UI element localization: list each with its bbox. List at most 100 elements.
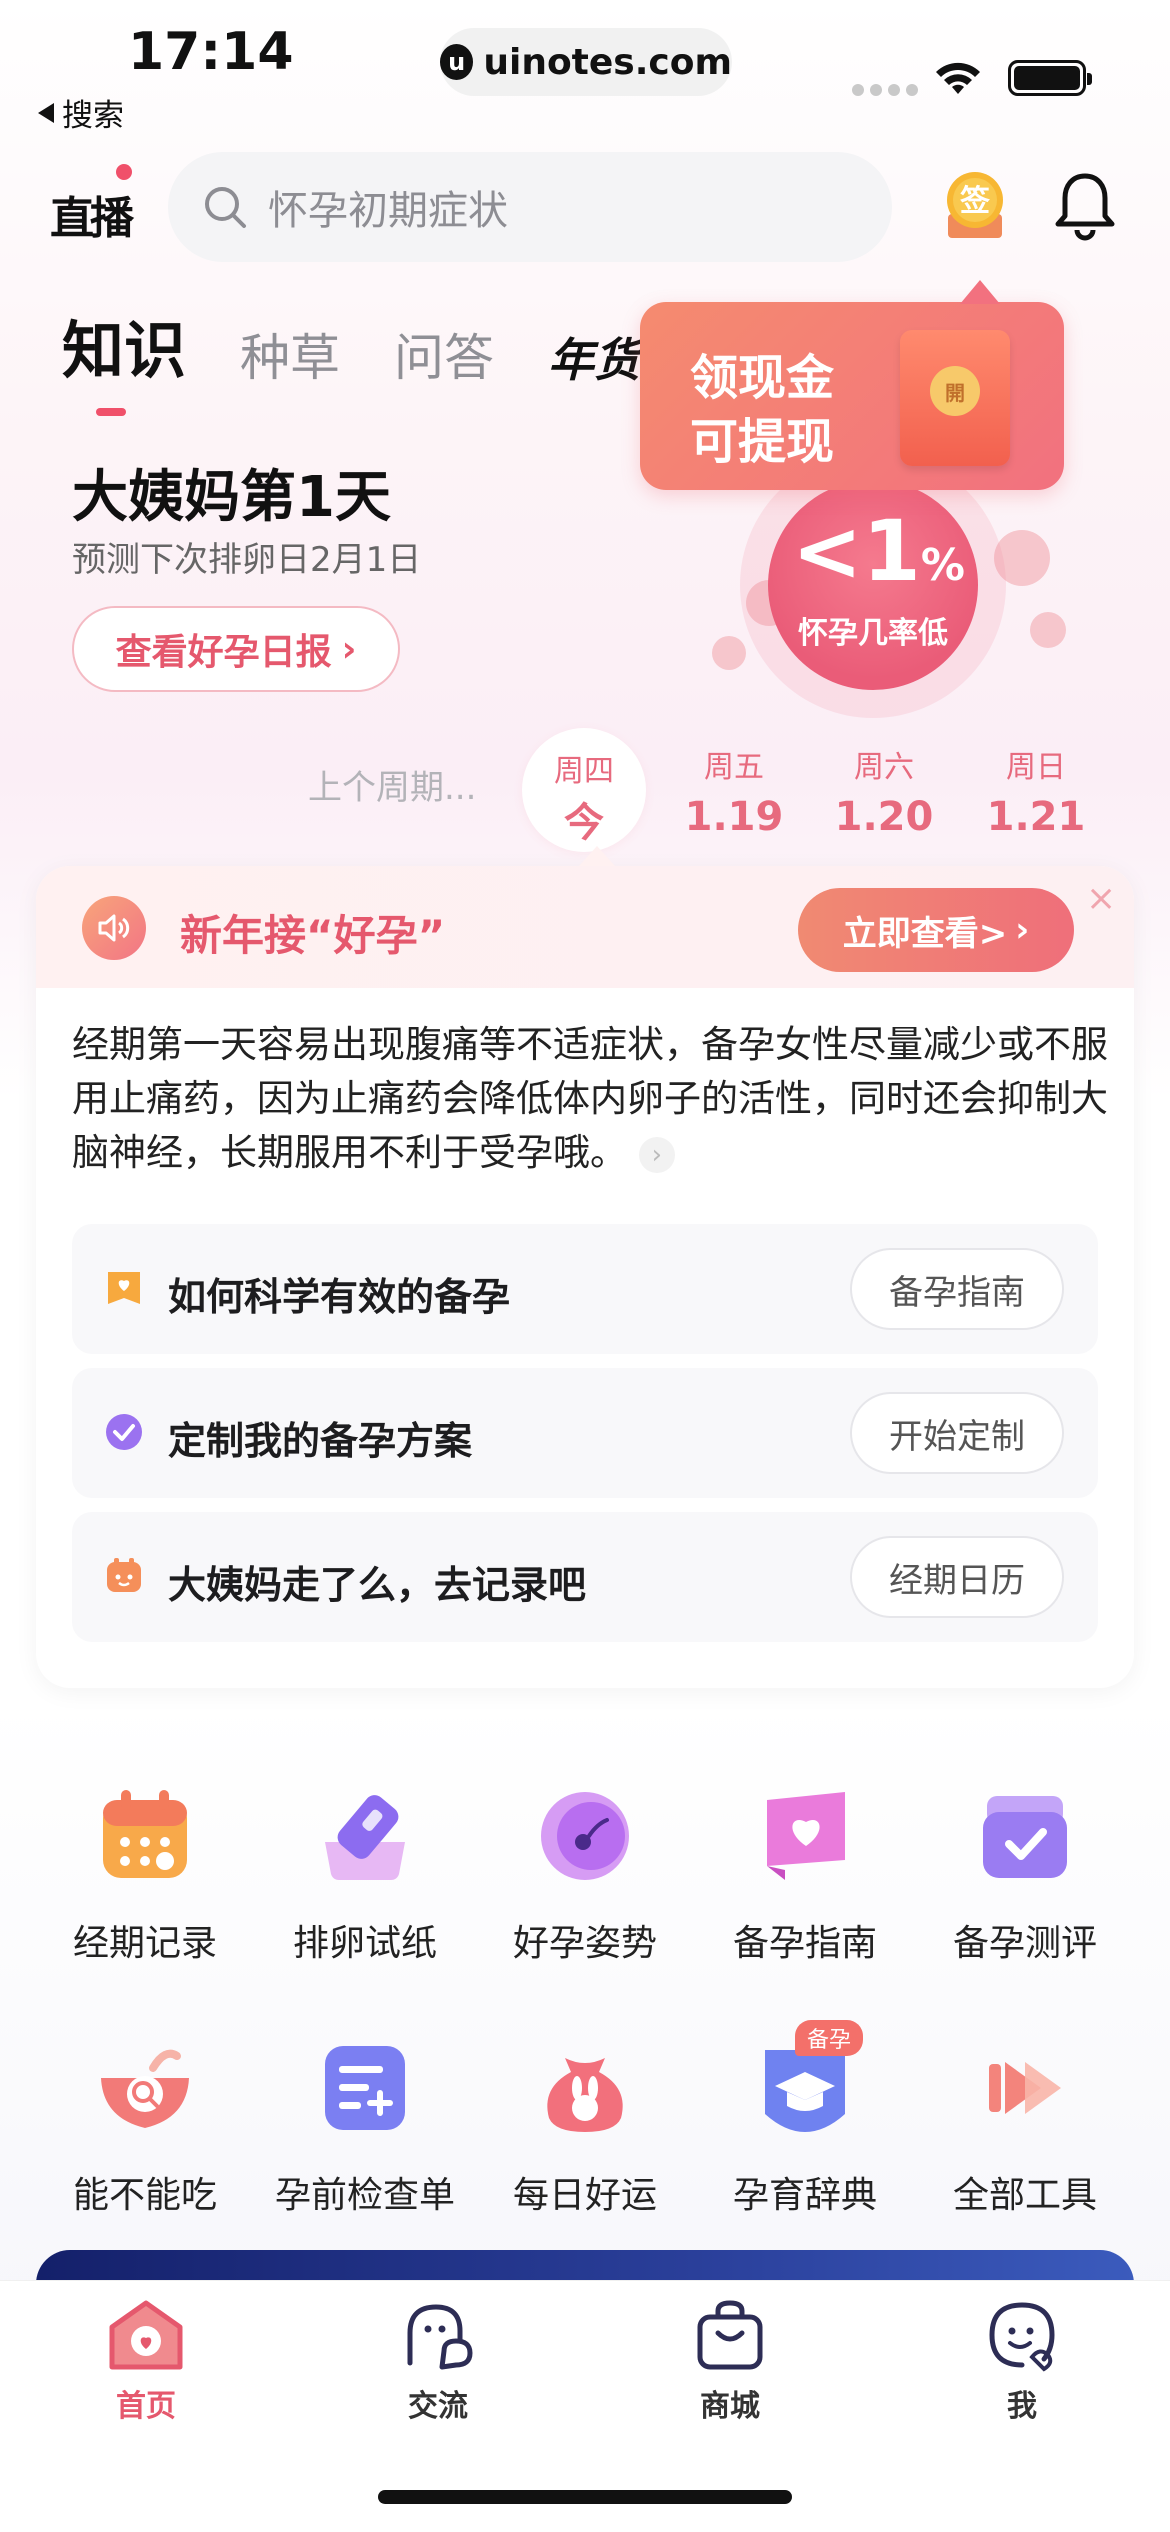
view-now-button[interactable]: 立即查看> › [798,888,1074,972]
calendar-icon [95,1786,195,1886]
tool-label: 每日好运 [512,2175,657,2216]
action-row[interactable]: 如何科学有效的备孕 备孕指南 [72,1224,1098,1354]
expand-icon[interactable]: › [638,1136,675,1173]
heart-flag-icon [108,1272,140,1304]
svg-text:签: 签 [960,184,990,219]
url-text: uinotes.com [483,41,732,83]
wifi-icon [932,58,984,102]
tool-period-record[interactable]: 经期记录 [35,1786,255,1966]
decor-bubble [1030,612,1066,648]
card-pointer [579,846,615,866]
calendar-button[interactable]: 经期日历 [850,1536,1064,1618]
day-weekday: 周日 [1006,750,1066,785]
tool-pregnancy-assessment[interactable]: 备孕测评 [915,1786,1135,1966]
sperm-icon [535,1786,635,1886]
home-indicator [378,2490,792,2504]
bell-icon[interactable] [1052,170,1118,246]
tool-pregnancy-guide[interactable]: 备孕指南 [695,1786,915,1966]
day-item[interactable]: 周五 1.19 [672,742,796,840]
day-item[interactable]: 周日 1.21 [974,742,1098,840]
card-title: 新年接“好孕” [180,911,446,960]
food-bowl-icon [95,2038,195,2138]
back-to-search[interactable]: 搜索 [38,90,124,135]
tool-pregnancy-posture[interactable]: 好孕姿势 [475,1786,695,1966]
day-item[interactable]: 周六 1.20 [822,742,946,840]
tool-daily-luck[interactable]: 每日好运 [475,2038,695,2218]
tool-label: 孕前检查单 [274,2175,455,2216]
tool-label: 备孕测评 [952,1923,1097,1964]
day-today[interactable]: 周四 今 [522,728,646,852]
tool-all-tools[interactable]: 全部工具 [915,2038,1135,2218]
popup-line1: 领现金 [690,350,835,406]
red-envelope-icon: 開 [900,330,1010,466]
tab-qa[interactable]: 问答 [394,318,494,390]
url-pill[interactable]: u uinotes.com [440,28,732,96]
signal-icon [852,84,918,96]
chevron-right-icon: › [1015,910,1030,950]
guide-button[interactable]: 备孕指南 [850,1248,1064,1330]
tip-text: 经期第一天容易出现腹痛等不适症状，备孕女性尽量减少或不服用止痛药，因为止痛药会降… [72,1018,1112,1180]
day-date: 1.20 [834,794,934,840]
tool-ovulation-test[interactable]: 排卵试纸 [255,1786,475,1966]
action-row[interactable]: 定制我的备孕方案 开始定制 [72,1368,1098,1498]
checkin-icon: 签 [947,172,1003,238]
pregnancy-probability[interactable]: <1% 怀孕几率低 [768,480,978,690]
nav-home[interactable]: 首页 [56,2297,236,2425]
tool-label: 能不能吃 [72,2175,217,2216]
tool-can-eat[interactable]: 能不能吃 [35,2038,255,2218]
action-row[interactable]: 大姨妈走了么，去记录吧 经期日历 [72,1512,1098,1642]
cash-popup[interactable]: 领现金 可提现 開 [640,280,1064,490]
back-label: 搜索 [62,98,124,134]
week-strip: 上个周期... 周四 今 周五 1.19 周六 1.20 周日 1.21 [0,720,1170,852]
tool-label: 孕育辞典 [732,2175,877,2216]
row-text: 如何科学有效的备孕 [168,1275,511,1319]
day-date: 1.21 [986,794,1086,840]
card-header: 新年接“好孕” 立即查看> › × [36,866,1134,988]
customize-button[interactable]: 开始定制 [850,1392,1064,1474]
checklist-icon [315,2038,415,2138]
lucky-bag-icon [535,2038,635,2138]
tool-label: 全部工具 [952,2175,1097,2216]
tool-badge: 备孕 [794,2020,863,2056]
nav-label: 我 [1007,2389,1037,2424]
tool-label: 备孕指南 [732,1923,877,1964]
search-input[interactable]: 怀孕初期症状 [168,152,892,262]
period-title: 大姨妈第1天 [72,465,391,530]
notification-dot [116,164,132,180]
nav-label: 首页 [116,2389,176,2424]
search-placeholder: 怀孕初期症状 [268,188,508,234]
nav-profile[interactable]: 我 [932,2297,1112,2425]
view-now-label: 立即查看> [842,913,1008,954]
tab-knowledge[interactable]: 知识 [62,300,186,416]
test-strip-icon [315,1786,415,1886]
live-logo[interactable]: 直播 [50,164,134,244]
tip-body: 经期第一天容易出现腹痛等不适症状，备孕女性尽量减少或不服用止痛药，因为止痛药会降… [72,1023,1108,1174]
check-chat-icon [106,1414,142,1450]
tab-recommend[interactable]: 种草 [240,318,340,390]
period-subtitle: 预测下次排卵日2月1日 [72,540,422,580]
site-icon: u [440,44,474,80]
heart-book-icon [755,1786,855,1886]
home-icon [106,2297,186,2373]
chevron-right-icon: › [341,628,357,670]
coin-icon: 開 [930,366,980,416]
nav-community[interactable]: 交流 [348,2297,528,2425]
checkin-button[interactable]: 签 [940,166,1010,242]
row-text: 定制我的备孕方案 [168,1419,473,1463]
close-icon[interactable]: × [1086,878,1116,919]
daily-report-button[interactable]: 查看好孕日报 › [72,606,400,692]
day-weekday: 周六 [854,750,914,785]
today-date: 今 [564,800,604,846]
previous-cycle-link[interactable]: 上个周期... [308,760,476,809]
shop-bag-icon [690,2297,770,2373]
calendar-face-icon [107,1558,141,1592]
tool-pregnancy-dictionary[interactable]: 备孕 孕育辞典 [695,2020,915,2218]
today-weekday: 周四 [554,754,614,789]
tool-prenatal-checklist[interactable]: 孕前检查单 [255,2038,475,2218]
grad-cap-icon: 备孕 [755,2020,863,2138]
nav-shop[interactable]: 商城 [640,2297,820,2425]
live-logo-text: 直播 [50,193,134,244]
tool-label: 经期记录 [72,1923,217,1964]
tool-label: 排卵试纸 [292,1923,437,1964]
tab-promo-label: 年货 [548,333,641,387]
